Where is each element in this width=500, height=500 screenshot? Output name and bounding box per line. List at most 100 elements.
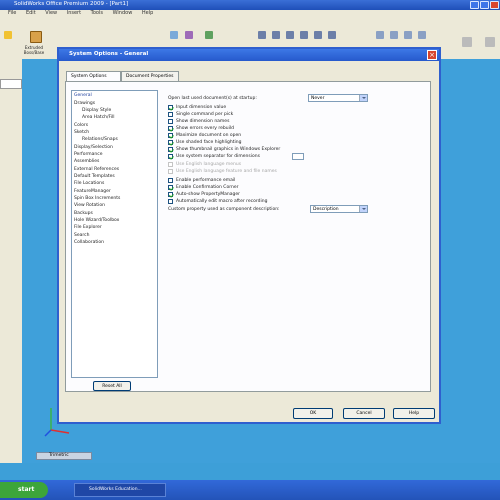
display-style-icon[interactable] (185, 31, 193, 39)
option-label: Show errors every rebuild (176, 126, 234, 131)
separator-field[interactable] (292, 153, 304, 160)
section-view-icon[interactable] (390, 31, 398, 39)
start-button[interactable]: start (0, 482, 48, 498)
hide-show-icon[interactable] (404, 31, 412, 39)
standard-views-icon[interactable] (376, 31, 384, 39)
sketch-icon[interactable] (205, 31, 213, 39)
pan-view-icon[interactable] (328, 31, 336, 39)
checkbox-system-separator[interactable] (168, 154, 173, 159)
tree-item-sketch[interactable]: Sketch (74, 130, 89, 135)
tree-item-external-references[interactable]: External References (74, 167, 119, 172)
option-label: Input dimension value (176, 105, 227, 110)
tree-item-performance[interactable]: Performance (74, 152, 103, 157)
tab-document-properties[interactable]: Document Properties (121, 71, 179, 81)
open-last-value: Never (311, 96, 325, 101)
help-icon[interactable] (485, 37, 495, 47)
tree-item-view-rotation[interactable]: View Rotation (74, 203, 105, 208)
system-options-dialog: System Options - General × System Option… (57, 47, 441, 424)
extruded-boss-icon[interactable] (30, 31, 42, 43)
menu-file[interactable]: File (8, 10, 16, 16)
checkbox-shaded-highlighting[interactable] (168, 140, 173, 145)
ok-button[interactable]: OK (293, 408, 333, 419)
taskbar: start SolidWorks Education... (0, 480, 500, 500)
option-label: Maximize document on open (176, 133, 242, 138)
zoom-area-icon[interactable] (272, 31, 280, 39)
checkbox-show-errors[interactable] (168, 126, 173, 131)
tab-system-options[interactable]: System Options (66, 71, 121, 81)
option-label: Use shaded face highlighting (176, 140, 242, 145)
tree-item-collaboration[interactable]: Collaboration (74, 240, 104, 245)
menu-window[interactable]: Window (113, 10, 133, 16)
taskbar-item-solidworks[interactable]: SolidWorks Education... (74, 483, 166, 497)
tree-item-general[interactable]: General (74, 93, 92, 98)
minimize-button[interactable] (470, 1, 479, 9)
checkbox-show-dimension-names[interactable] (168, 119, 173, 124)
tree-item-display-style[interactable]: Display Style (82, 108, 111, 113)
start-label: start (18, 486, 35, 493)
x-axis-line (50, 429, 70, 434)
new-doc-icon[interactable] (4, 31, 12, 39)
tree-item-default-templates[interactable]: Default Templates (74, 174, 115, 179)
feature-manager-panel[interactable] (0, 59, 23, 463)
edit-appearance-icon[interactable] (418, 31, 426, 39)
menu-help[interactable]: Help (142, 10, 153, 16)
open-last-label: Open last used document(s) at startup: (168, 96, 257, 101)
checkbox-maximize-document[interactable] (168, 133, 173, 138)
tab-document-properties-label: Document Properties (126, 74, 174, 79)
tree-item-spin-box[interactable]: Spin Box Increments (74, 196, 120, 201)
dialog-close-icon[interactable]: × (427, 50, 437, 60)
option-label: Use English language menus (176, 162, 242, 167)
checkbox-auto-show-propertymanager[interactable] (168, 192, 173, 197)
tree-item-hole-wizard[interactable]: Hole Wizard/Toolbox (74, 218, 119, 223)
reset-all-button[interactable]: Reset All (93, 381, 131, 391)
option-label: Single command per pick (176, 112, 234, 117)
zoom-in-out-icon[interactable] (286, 31, 294, 39)
tree-item-backups[interactable]: Backups (74, 211, 93, 216)
checkbox-english-menus (168, 162, 173, 167)
menu-edit[interactable]: Edit (26, 10, 36, 16)
tree-item-search[interactable]: Search (74, 233, 89, 238)
option-label: Enable Confirmation Corner (176, 185, 239, 190)
view-orientation-icon[interactable] (170, 31, 178, 39)
tree-item-file-locations[interactable]: File Locations (74, 181, 104, 186)
custom-property-select[interactable]: Description (310, 205, 368, 213)
checkbox-confirmation-corner[interactable] (168, 185, 173, 190)
option-label: Automatically edit macro after recording (176, 199, 268, 204)
tree-item-featuremanager[interactable]: FeatureManager (74, 189, 111, 194)
cancel-button[interactable]: Cancel (343, 408, 385, 419)
option-label: Show dimension names (176, 119, 230, 124)
tree-item-file-explorer[interactable]: File Explorer (74, 225, 102, 230)
menu-insert[interactable]: Insert (67, 10, 81, 16)
option-label: Use English language feature and file na… (176, 169, 277, 174)
menu-tools[interactable]: Tools (91, 10, 103, 16)
chevron-down-icon (359, 95, 367, 101)
open-last-select[interactable]: Never (308, 94, 368, 102)
rotate-view-icon[interactable] (314, 31, 322, 39)
zoom-fit-icon[interactable] (258, 31, 266, 39)
checkbox-performance-email[interactable] (168, 178, 173, 183)
help-button[interactable]: Help (393, 408, 435, 419)
tree-item-relations-snaps[interactable]: Relations/Snaps (82, 137, 118, 142)
menubar: File Edit View Insert Tools Window Help (0, 10, 500, 19)
checkbox-input-dimension[interactable] (168, 105, 173, 110)
tree-item-area-hatch[interactable]: Area Hatch/Fill (82, 115, 115, 120)
options-tree[interactable]: General Drawings Display Style Area Hatc… (71, 90, 158, 378)
custom-property-value: Description (313, 207, 339, 212)
tree-item-colors[interactable]: Colors (74, 123, 88, 128)
maximize-button[interactable] (480, 1, 489, 9)
tree-item-assemblies[interactable]: Assemblies (74, 159, 99, 164)
dialog-titlebar[interactable]: System Options - General × (59, 49, 439, 61)
view-tab-label: Trimetric (49, 453, 69, 458)
checkbox-single-command[interactable] (168, 112, 173, 117)
zoom-selection-icon[interactable] (300, 31, 308, 39)
tree-item-display-selection[interactable]: Display/Selection (74, 145, 113, 150)
view-tab[interactable]: Trimetric (36, 452, 92, 460)
menu-view[interactable]: View (45, 10, 57, 16)
checkbox-edit-macro[interactable] (168, 199, 173, 204)
tree-item-drawings[interactable]: Drawings (74, 101, 95, 106)
close-window-button[interactable] (490, 1, 499, 9)
checkbox-thumbnail-graphics[interactable] (168, 147, 173, 152)
chevron-down-icon (359, 206, 367, 212)
extruded-boss-label: Extruded Boss/Base (23, 45, 45, 55)
options-icon[interactable] (462, 37, 472, 47)
